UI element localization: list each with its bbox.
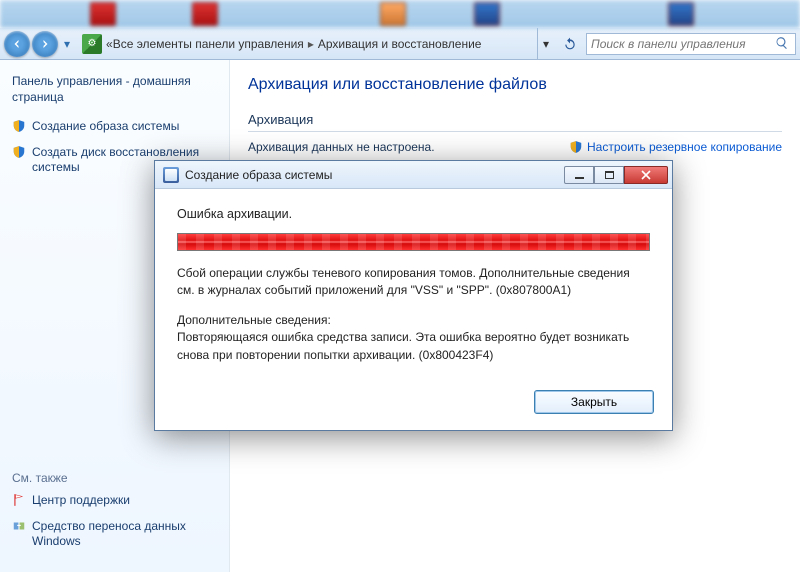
crumb-backup-restore[interactable]: Архивация и восстановление [318, 37, 482, 51]
crumb-separator-icon: ▸ [308, 37, 314, 51]
dialog-title: Создание образа системы [185, 168, 332, 182]
search-icon [775, 36, 791, 52]
explorer-navbar: ▾ ⚙ « Все элементы панели управления ▸ А… [0, 28, 800, 60]
crumb-chevron-icon: « [106, 37, 113, 51]
close-dialog-button[interactable]: Закрыть [534, 390, 654, 414]
breadcrumb-dropdown[interactable]: ▾ [538, 37, 554, 51]
search-box[interactable] [586, 33, 796, 55]
additional-info-label: Дополнительные сведения: [177, 313, 331, 327]
nav-back-button[interactable] [4, 31, 30, 57]
progress-bar-error [177, 233, 650, 251]
shield-icon [12, 145, 26, 159]
configure-backup-label: Настроить резервное копирование [587, 140, 782, 154]
error-message-1: Сбой операции службы теневого копировани… [177, 265, 650, 300]
nav-history-dropdown[interactable]: ▾ [60, 35, 74, 53]
search-input[interactable] [591, 37, 775, 51]
taskbar-blur [0, 0, 800, 28]
breadcrumb: ⚙ « Все элементы панели управления ▸ Арх… [78, 34, 537, 54]
error-message-2: Повторяющаяся ошибка средства записи. Эт… [177, 330, 629, 361]
backup-section-title: Архивация [248, 112, 782, 127]
see-also-easy-transfer[interactable]: Средство переноса данных Windows [32, 519, 217, 550]
transfer-icon [12, 519, 26, 533]
control-panel-icon: ⚙ [82, 34, 102, 54]
close-button[interactable] [624, 166, 668, 184]
error-dialog: Создание образа системы Ошибка архивации… [154, 160, 673, 431]
configure-backup-link[interactable]: Настроить резервное копирование [569, 140, 782, 154]
crumb-all-items[interactable]: Все элементы панели управления [113, 37, 304, 51]
shield-icon [569, 140, 583, 154]
minimize-button[interactable] [564, 166, 594, 184]
sidebar-create-image[interactable]: Создание образа системы [32, 119, 179, 135]
nav-forward-button[interactable] [32, 31, 58, 57]
error-heading: Ошибка архивации. [177, 207, 650, 221]
see-also-label: См. также [12, 471, 217, 485]
dialog-titlebar[interactable]: Создание образа системы [155, 161, 672, 189]
backup-status-text: Архивация данных не настроена. [248, 140, 435, 154]
shield-icon [12, 119, 26, 133]
maximize-button[interactable] [594, 166, 624, 184]
flag-icon [12, 493, 26, 507]
sidebar-home-link[interactable]: Панель управления - домашняя страница [12, 74, 217, 105]
dialog-app-icon [163, 167, 179, 183]
page-title: Архивация или восстановление файлов [248, 76, 782, 94]
divider [248, 131, 782, 132]
see-also-action-center[interactable]: Центр поддержки [32, 493, 130, 509]
refresh-button[interactable] [558, 32, 582, 56]
